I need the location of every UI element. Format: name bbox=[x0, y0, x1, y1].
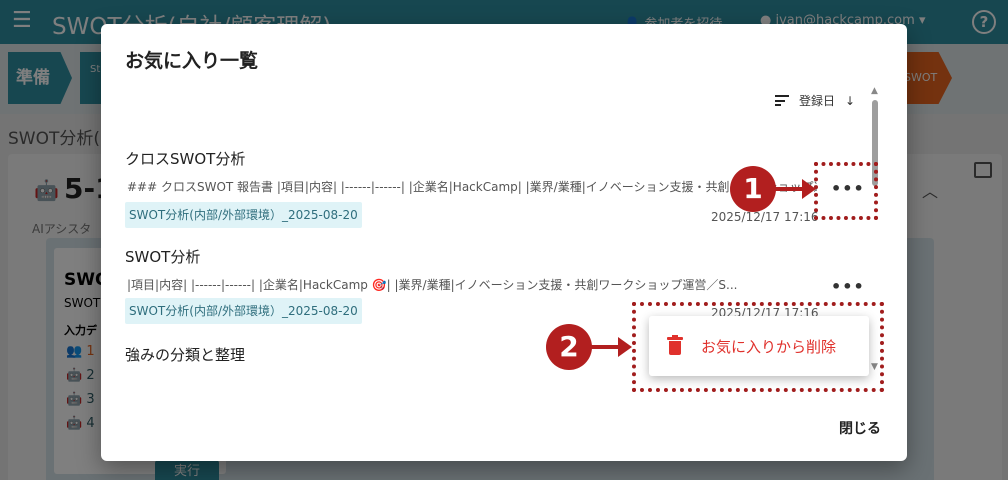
step-marker-2: 2 bbox=[546, 324, 592, 370]
sort-control[interactable]: 登録日 ↓ bbox=[775, 92, 855, 109]
item-excerpt: ### クロスSWOT 報告書 |項目|内容| |------|------| … bbox=[127, 180, 817, 194]
item-tag: SWOT分析(内部/外部環境）_2025-08-20 bbox=[125, 202, 362, 228]
item-title: 強みの分類と整理 bbox=[125, 346, 246, 364]
dialog-title: お気に入り一覧 bbox=[125, 50, 259, 72]
arrow-down-icon: ↓ bbox=[845, 93, 856, 108]
sort-icon bbox=[775, 95, 789, 106]
more-options-icon[interactable]: ••• bbox=[831, 279, 864, 298]
item-date: 2025/12/17 17:16 bbox=[711, 210, 819, 224]
favorites-dialog: お気に入り一覧 登録日 ↓ クロスSWOT分析 ### クロスSWOT 報告書 … bbox=[101, 24, 907, 461]
highlight-box-remove bbox=[632, 302, 884, 392]
sort-label: 登録日 bbox=[799, 94, 836, 108]
arrow-right-icon bbox=[590, 337, 632, 357]
item-tag: SWOT分析(内部/外部環境）_2025-08-20 bbox=[125, 298, 362, 324]
arrow-right-icon bbox=[774, 179, 816, 199]
item-excerpt: |項目|内容| |------|------| |企業名|HackCamp 🎯|… bbox=[127, 278, 738, 292]
item-title: クロスSWOT分析 bbox=[125, 150, 246, 168]
step-marker-1: 1 bbox=[730, 166, 776, 212]
highlight-box-more-options bbox=[814, 162, 878, 220]
close-button[interactable]: 閉じる bbox=[839, 418, 881, 438]
scroll-up-icon[interactable]: ▲ bbox=[871, 86, 878, 96]
item-title: SWOT分析 bbox=[125, 248, 201, 266]
